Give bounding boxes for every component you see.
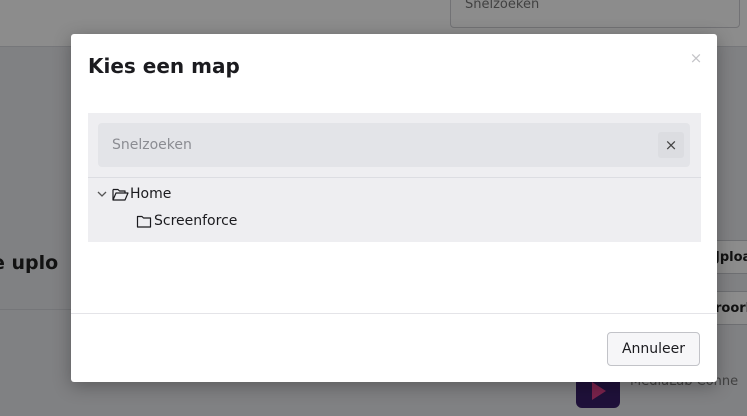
quick-search-input[interactable] — [98, 123, 646, 167]
folder-icon — [136, 215, 152, 228]
folder-open-icon — [112, 188, 129, 201]
choose-folder-dialog: Kies een map × × Home Screenforce Annule… — [71, 34, 717, 382]
quick-search-box: × — [98, 123, 690, 167]
tree-item-home[interactable]: Home — [96, 183, 171, 205]
tree-item-label: Home — [130, 186, 172, 202]
close-icon[interactable]: × — [688, 50, 704, 66]
tree-divider — [88, 177, 701, 178]
clear-search-icon[interactable]: × — [658, 132, 684, 158]
cancel-button[interactable]: Annuleer — [607, 332, 700, 366]
tree-item-screenforce[interactable]: Screenforce — [136, 210, 237, 232]
folder-tree-panel: × Home Screenforce — [88, 113, 701, 242]
dialog-title: Kies een map — [88, 54, 240, 78]
tree-item-label: Screenforce — [154, 213, 238, 229]
dialog-footer-divider — [71, 313, 717, 314]
chevron-down-icon[interactable] — [96, 188, 108, 200]
